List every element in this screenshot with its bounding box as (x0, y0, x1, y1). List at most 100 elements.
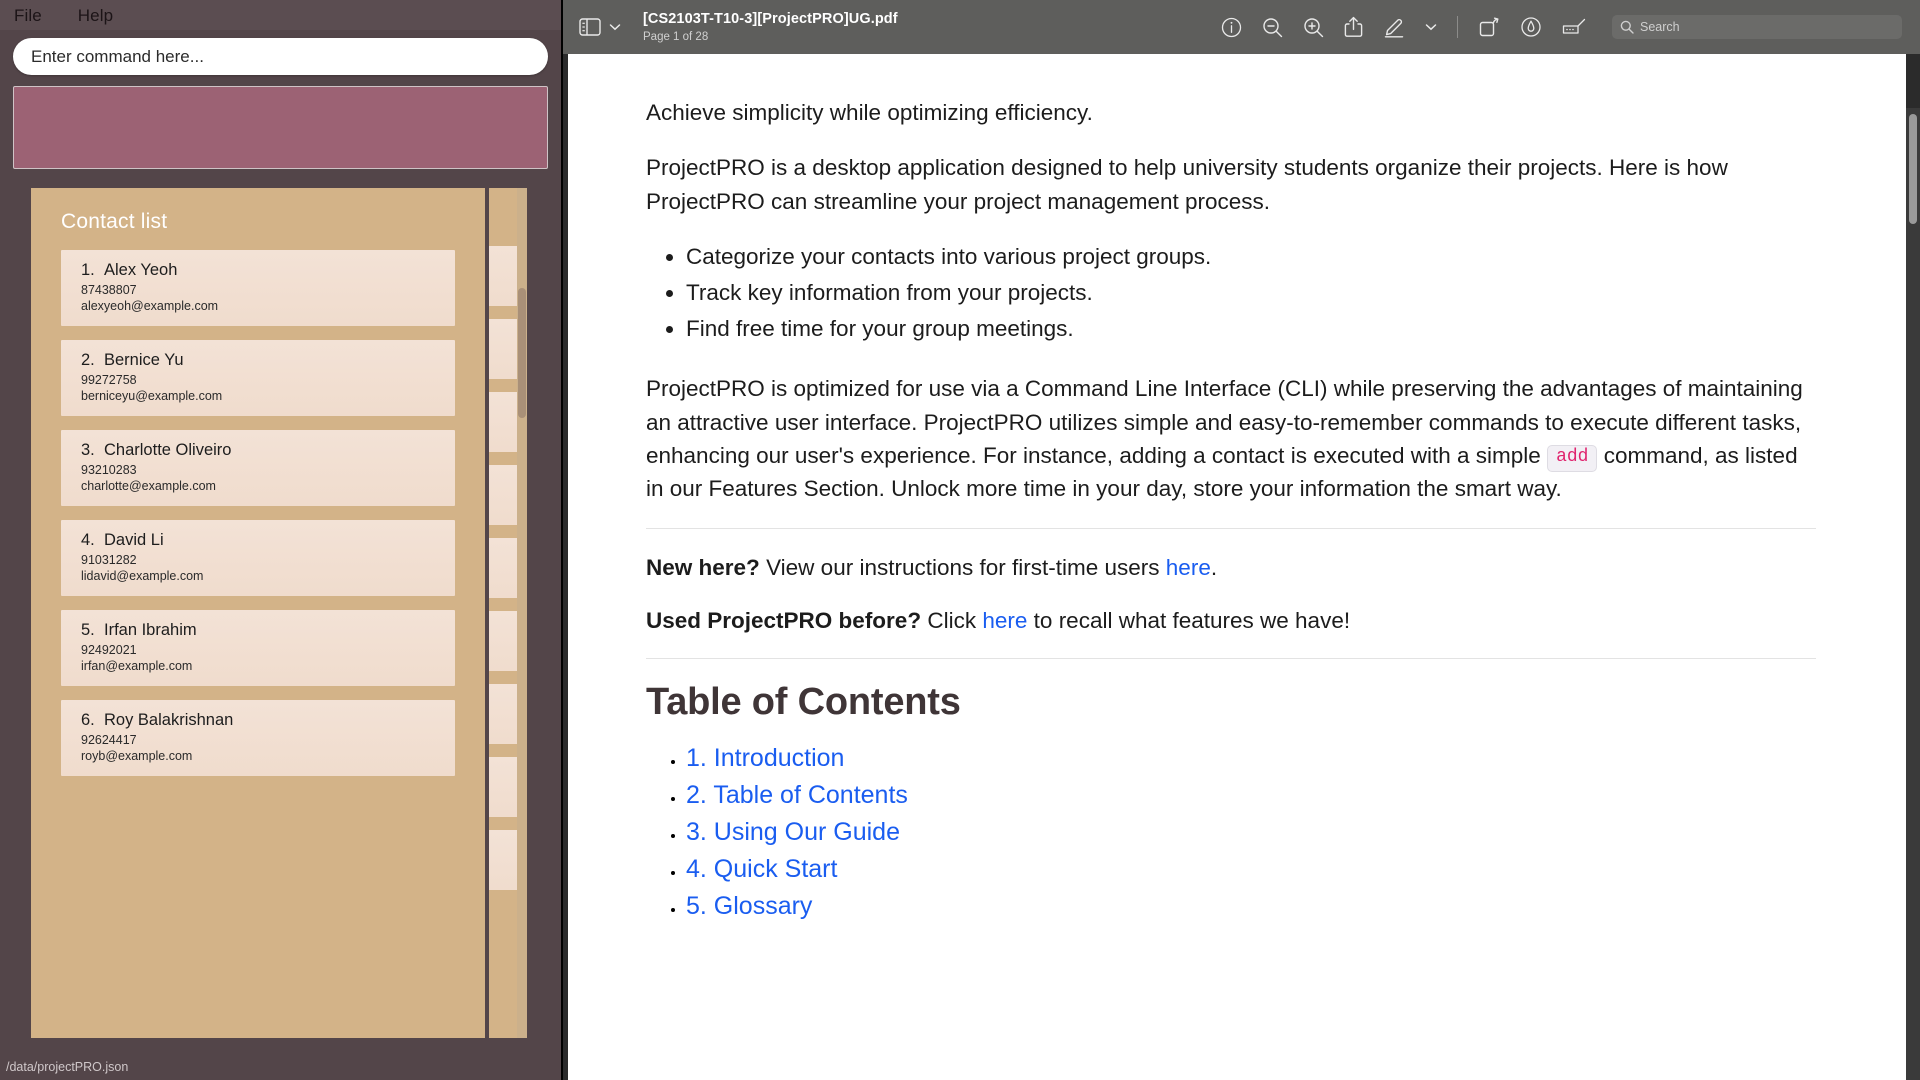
add-command-badge: add (1547, 445, 1598, 472)
menu-item-file[interactable]: File (14, 7, 42, 24)
pdf-toolbar: [CS2103T-T10-3][ProjectPRO]UG.pdf Page 1… (563, 0, 1920, 54)
menu-bar: File Help (0, 0, 561, 30)
tagline: Achieve simplicity while optimizing effi… (646, 100, 1093, 125)
contact-email: alexyeoh@example.com (81, 299, 219, 313)
used-before-link[interactable]: here (982, 608, 1027, 633)
redact-icon[interactable] (1562, 17, 1586, 37)
list-item: Categorize your contacts into various pr… (686, 240, 1846, 274)
contact-name: Irfan Ibrahim (104, 621, 197, 639)
list-item[interactable]: 3. Charlotte Oliveiro 93210283 charlotte… (61, 430, 455, 506)
toc-link-quick-start[interactable]: 4. Quick Start (686, 855, 837, 883)
toc-list: 1. Introduction 2. Table of Contents 3. … (686, 744, 1846, 921)
document-title: [CS2103T-T10-3][ProjectPRO]UG.pdf (643, 11, 898, 28)
toc-link-using-our-guide[interactable]: 3. Using Our Guide (686, 818, 900, 846)
contact-email: charlotte@example.com (81, 479, 216, 493)
rotate-icon[interactable] (1478, 16, 1500, 38)
contact-phone: 91031282 (81, 553, 137, 567)
list-scrollbar-thumb[interactable] (518, 288, 526, 418)
list-scrollbar[interactable] (517, 188, 527, 1038)
list-item: 1. Introduction (686, 744, 1846, 773)
markup-pen-icon[interactable] (1383, 16, 1405, 38)
list-item[interactable]: 2. Bernice Yu 99272758 berniceyu@example… (61, 340, 455, 416)
share-icon[interactable] (1344, 16, 1363, 38)
used-before-end: to recall what features we have! (1033, 608, 1351, 634)
contact-phone: 93210283 (81, 463, 137, 477)
contact-name-row: 3. Charlotte Oliveiro (81, 441, 455, 460)
new-here-link[interactable]: here (1166, 555, 1211, 580)
screen: File Help Enter command here... Contact … (0, 0, 1920, 1080)
divider (646, 658, 1816, 660)
toc-link-glossary[interactable]: 5. Glossary (686, 892, 812, 920)
contact-name: David Li (104, 531, 164, 549)
contact-name: Alex Yeoh (104, 261, 178, 279)
status-bar: /data/projectPRO.json (0, 1054, 561, 1080)
toolbar-divider (1457, 16, 1458, 38)
contact-list-panel: Contact list 1. Alex Yeoh 87438807 alexy… (31, 188, 485, 1038)
search-input[interactable]: Search (1612, 15, 1902, 39)
zoom-in-icon[interactable] (1303, 17, 1324, 38)
new-here-label: New here? (646, 554, 760, 580)
document-info: [CS2103T-T10-3][ProjectPRO]UG.pdf Page 1… (643, 11, 898, 42)
intro-paragraph: ProjectPRO is a desktop application desi… (646, 155, 1728, 214)
command-input-placeholder: Enter command here... (31, 46, 204, 66)
pdf-scrollbar[interactable] (1906, 108, 1920, 1080)
contact-index: 1. (81, 261, 95, 279)
list-item: Track key information from your projects… (686, 276, 1846, 310)
feature-bullet-list: Categorize your contacts into various pr… (686, 240, 1846, 347)
contact-index: 4. (81, 531, 95, 549)
pdf-page-content: Achieve simplicity while optimizing effi… (568, 54, 1906, 1080)
menu-item-help[interactable]: Help (78, 7, 113, 24)
contact-name: Charlotte Oliveiro (104, 441, 232, 459)
sidebar-toggle-group[interactable] (579, 18, 621, 36)
used-before-callout: Used ProjectPRO before? Click here to re… (646, 604, 1846, 638)
contact-phone: 99272758 (81, 373, 137, 387)
divider (646, 527, 1816, 529)
used-before-label: Used ProjectPRO before? (646, 608, 922, 634)
contact-list-title: Contact list (61, 210, 168, 233)
contact-email: royb@example.com (81, 749, 193, 763)
contact-name-row: 4. David Li (81, 531, 455, 550)
contact-name-row: 1. Alex Yeoh (81, 261, 455, 280)
secondary-list-column (489, 188, 527, 1038)
pdf-viewer-window: [CS2103T-T10-3][ProjectPRO]UG.pdf Page 1… (563, 0, 1920, 1080)
contact-name-row: 5. Irfan Ibrahim (81, 621, 455, 640)
new-here-text: View our instructions for first-time use… (766, 554, 1160, 580)
list-item: 2. Table of Contents (686, 781, 1846, 810)
list-item: Find free time for your group meetings. (686, 312, 1846, 346)
search-placeholder: Search (1640, 20, 1680, 34)
pdf-scroll-area[interactable]: Achieve simplicity while optimizing effi… (563, 54, 1920, 1080)
contact-index: 6. (81, 711, 95, 729)
list-item[interactable]: 1. Alex Yeoh 87438807 alexyeoh@example.c… (61, 250, 455, 326)
chevron-down-icon[interactable] (609, 23, 621, 31)
projectpro-app-window: File Help Enter command here... Contact … (0, 0, 561, 1080)
list-item[interactable]: 6. Roy Balakrishnan 92624417 royb@exampl… (61, 700, 455, 776)
list-panels: Contact list 1. Alex Yeoh 87438807 alexy… (0, 188, 561, 1038)
contact-index: 3. (81, 441, 95, 459)
command-input[interactable]: Enter command here... (13, 38, 548, 75)
info-icon[interactable] (1221, 17, 1242, 38)
annotate-icon[interactable] (1520, 16, 1542, 38)
list-item: 5. Glossary (686, 892, 1846, 921)
list-item: 4. Quick Start (686, 855, 1846, 884)
list-item[interactable]: 5. Irfan Ibrahim 92492021 irfan@example.… (61, 610, 455, 686)
contact-name: Roy Balakrishnan (104, 711, 234, 729)
list-item: 3. Using Our Guide (686, 818, 1846, 847)
contact-email: lidavid@example.com (81, 569, 204, 583)
status-bar-path: /data/projectPRO.json (6, 1060, 129, 1074)
sidebar-icon[interactable] (579, 18, 601, 36)
list-item[interactable]: 4. David Li 91031282 lidavid@example.com (61, 520, 455, 596)
chevron-down-icon[interactable] (1425, 23, 1437, 31)
contact-index: 2. (81, 351, 95, 369)
zoom-out-icon[interactable] (1262, 17, 1283, 38)
pdf-scrollbar-thumb[interactable] (1909, 114, 1917, 224)
new-here-callout: New here? View our instructions for firs… (646, 551, 1846, 585)
toolbar-actions: Search (1221, 15, 1902, 39)
toc-heading: Table of Contents (646, 681, 961, 724)
contact-list[interactable]: 1. Alex Yeoh 87438807 alexyeoh@example.c… (31, 250, 485, 776)
contact-name-row: 2. Bernice Yu (81, 351, 455, 370)
contact-phone: 92492021 (81, 643, 137, 657)
toc-link-introduction[interactable]: 1. Introduction (686, 744, 844, 772)
toc-link-table-of-contents[interactable]: 2. Table of Contents (686, 781, 908, 809)
new-here-end: . (1210, 554, 1218, 580)
contact-index: 5. (81, 621, 95, 639)
